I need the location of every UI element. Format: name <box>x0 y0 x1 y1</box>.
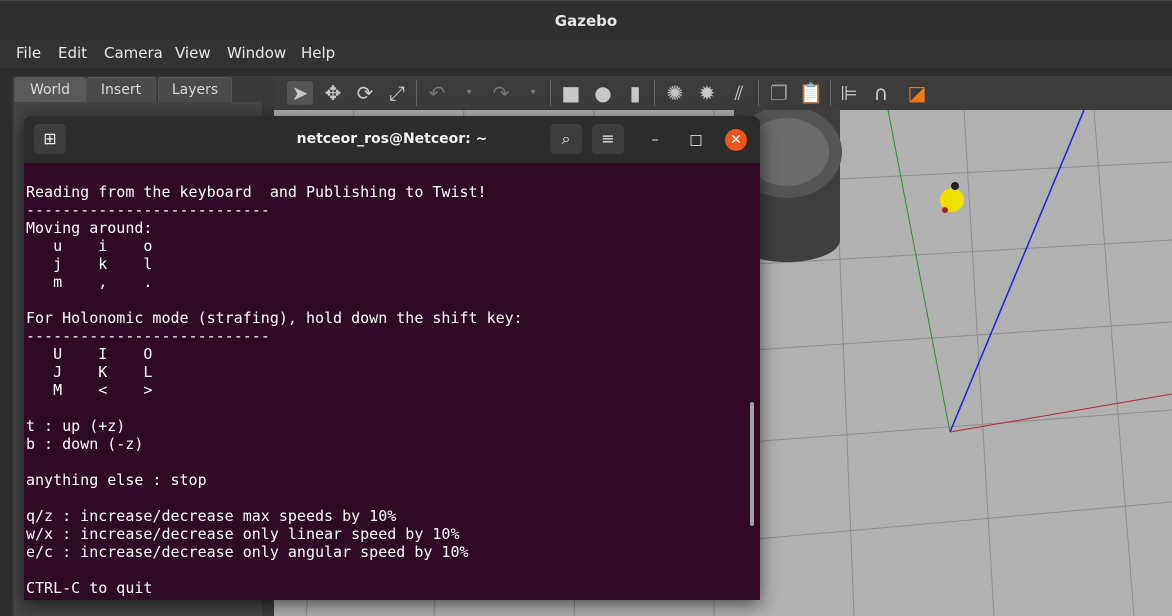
tab-layers[interactable]: Layers <box>158 77 232 102</box>
select-arrow-icon[interactable]: ➤ <box>287 81 313 105</box>
rotate-icon[interactable]: ⟳ <box>352 81 378 105</box>
align-icon[interactable]: ⊫ <box>836 81 862 105</box>
toolbar-separator <box>830 80 831 106</box>
box-icon[interactable]: ■ <box>558 81 584 105</box>
menu-help[interactable]: Help <box>301 44 335 62</box>
toolbar-separator <box>550 80 551 106</box>
directional-light-icon[interactable]: ⫽ <box>726 81 752 105</box>
y-axis-line <box>887 110 951 433</box>
terminal-window: ⊞ netceor_ros@Netceor: ~ ⌕ ≡ – □ ✕ Readi… <box>24 116 760 600</box>
menu-camera[interactable]: Camera <box>104 44 163 62</box>
cylinder-icon[interactable]: ▮ <box>622 81 648 105</box>
copy-icon[interactable]: ❐ <box>766 81 792 105</box>
point-light-icon[interactable]: ✺ <box>662 81 688 105</box>
tab-insert[interactable]: Insert <box>86 77 156 102</box>
close-icon[interactable]: ✕ <box>725 129 747 151</box>
sphere-icon[interactable]: ● <box>590 81 616 105</box>
hamburger-menu-icon[interactable]: ≡ <box>592 124 624 154</box>
menu-file[interactable]: File <box>16 44 41 62</box>
toolbar-separator <box>758 80 759 106</box>
z-axis-line <box>949 110 1085 433</box>
terminal-scrollbar[interactable] <box>750 402 754 526</box>
menu-bar: File Edit Camera View Window Help <box>0 40 1172 68</box>
paste-icon[interactable]: 📋 <box>798 81 824 105</box>
terminal-output[interactable]: Reading from the keyboard and Publishing… <box>26 183 750 598</box>
tab-world[interactable]: World <box>14 77 86 102</box>
search-icon[interactable]: ⌕ <box>550 124 582 154</box>
snap-icon[interactable]: ∩ <box>868 81 894 105</box>
menu-edit[interactable]: Edit <box>58 44 87 62</box>
undo-icon[interactable]: ↶ <box>424 81 450 105</box>
menu-view[interactable]: View <box>175 44 211 62</box>
menu-window[interactable]: Window <box>227 44 286 62</box>
window-title: Gazebo <box>554 12 618 30</box>
toolbar-separator <box>654 80 655 106</box>
minimize-icon[interactable]: – <box>644 129 666 151</box>
robot-model[interactable] <box>940 182 964 213</box>
redo-dropdown-icon[interactable]: ▾ <box>520 81 546 105</box>
redo-icon[interactable]: ↷ <box>488 81 514 105</box>
translate-icon[interactable]: ✥ <box>320 81 346 105</box>
gazebo-titlebar: Gazebo <box>0 0 1172 41</box>
undo-dropdown-icon[interactable]: ▾ <box>456 81 482 105</box>
toolbar-separator <box>416 80 417 106</box>
spot-light-icon[interactable]: ✹ <box>694 81 720 105</box>
scale-icon[interactable]: ⤢ <box>384 81 410 105</box>
terminal-titlebar: ⊞ netceor_ros@Netceor: ~ ⌕ ≡ – □ ✕ <box>24 116 760 163</box>
view-angle-icon[interactable]: ◪ <box>904 81 930 105</box>
maximize-icon[interactable]: □ <box>685 129 707 151</box>
